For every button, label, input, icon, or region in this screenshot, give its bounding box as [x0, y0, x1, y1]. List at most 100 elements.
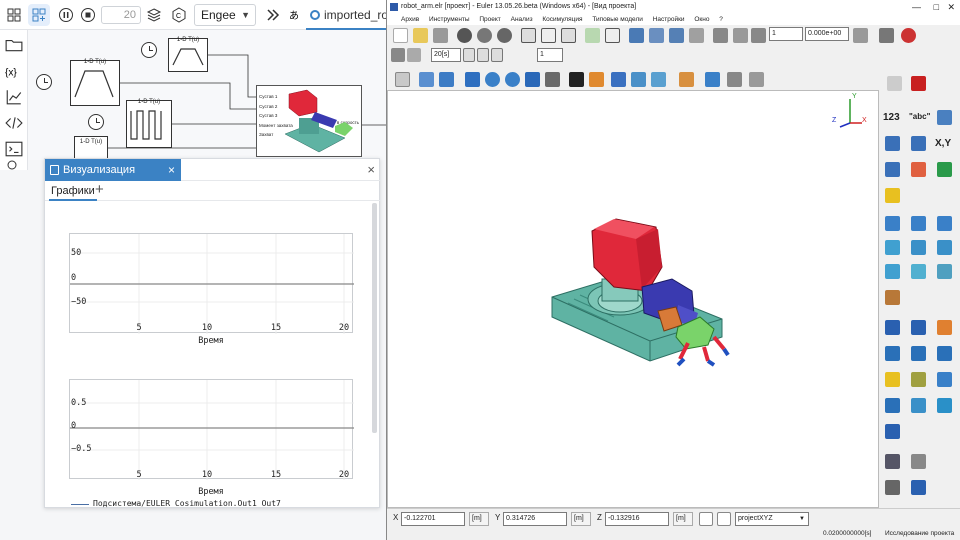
- bell-icon[interactable]: [885, 372, 900, 387]
- measure-icon[interactable]: [749, 72, 764, 87]
- plot-2[interactable]: 0.5 0 −0.5 5 10 15 20: [69, 379, 354, 480]
- sensor-icon[interactable]: [911, 372, 926, 387]
- grid-tool-icon[interactable]: [911, 398, 926, 413]
- viz-title-tab[interactable]: Визуализация сигналов ×: [45, 159, 181, 198]
- solver-select[interactable]: Engee ▼: [194, 4, 256, 26]
- stack-icon[interactable]: [143, 4, 165, 26]
- string-value-tool[interactable]: "abc": [909, 112, 930, 121]
- add-block-icon[interactable]: [28, 4, 50, 26]
- double-chevron-icon[interactable]: [262, 4, 284, 26]
- menu-project[interactable]: Проект: [479, 16, 500, 23]
- axis-tool-icon[interactable]: [699, 512, 713, 526]
- actuator-icon[interactable]: [885, 424, 900, 439]
- probe-icon[interactable]: [853, 28, 868, 43]
- pointer-icon[interactable]: [391, 48, 405, 62]
- point-icon[interactable]: [885, 216, 900, 231]
- link-icon[interactable]: [713, 28, 728, 43]
- save-icon[interactable]: [433, 28, 448, 43]
- close-panel-icon[interactable]: ×: [367, 162, 375, 177]
- value-input[interactable]: 0.000e+00: [805, 27, 849, 41]
- box-view-icon[interactable]: [439, 72, 454, 87]
- grid-icon[interactable]: [521, 28, 536, 43]
- stop-time-input[interactable]: 20: [101, 6, 141, 24]
- record-icon[interactable]: [457, 28, 472, 43]
- unit-z[interactable]: [m]: [673, 512, 693, 526]
- force-icon[interactable]: [885, 398, 900, 413]
- curve-icon[interactable]: [937, 110, 952, 125]
- equation-icon[interactable]: [885, 454, 900, 469]
- torque-icon[interactable]: [937, 398, 952, 413]
- table-tool-icon[interactable]: [911, 136, 926, 151]
- arrow-icon[interactable]: [937, 216, 952, 231]
- translate-icon[interactable]: あ: [284, 4, 306, 26]
- video-icon[interactable]: [751, 28, 766, 43]
- gear-icon[interactable]: [937, 320, 952, 335]
- step-icon[interactable]: [491, 48, 503, 62]
- coord-z-input[interactable]: -0.132916: [605, 512, 669, 526]
- step-input[interactable]: 1: [537, 48, 563, 62]
- pause-button[interactable]: [55, 4, 77, 26]
- spline-icon[interactable]: [885, 240, 900, 255]
- stop-button[interactable]: [77, 4, 99, 26]
- library-icon[interactable]: [911, 480, 926, 495]
- numeric-value-tool[interactable]: 123: [883, 112, 900, 123]
- frame-input[interactable]: 1: [769, 27, 803, 41]
- multi-body-icon[interactable]: [937, 240, 952, 255]
- pencil-icon[interactable]: [887, 76, 902, 91]
- close-icon[interactable]: ×: [168, 159, 175, 181]
- menu-tools[interactable]: Инструменты: [429, 16, 470, 23]
- maximize-icon[interactable]: □: [934, 0, 939, 14]
- surface-tool-icon[interactable]: [885, 264, 900, 279]
- report-icon[interactable]: [669, 28, 684, 43]
- fit-view-icon[interactable]: [419, 72, 434, 87]
- chart-icon[interactable]: [5, 88, 23, 106]
- step-down-icon[interactable]: [477, 48, 489, 62]
- contact-icon[interactable]: [937, 346, 952, 361]
- robot-model[interactable]: [388, 91, 880, 509]
- 3d-viewport[interactable]: Y X Z: [387, 90, 879, 508]
- model-canvas[interactable]: 1-D T(u) 1-D T(u) 1-D T(u) 1-D T(u) Суст…: [28, 30, 386, 160]
- assign-icon[interactable]: [885, 480, 900, 495]
- marker-icon[interactable]: [679, 72, 694, 87]
- surface-icon[interactable]: [631, 72, 646, 87]
- window-icon[interactable]: [649, 28, 664, 43]
- frame-icon[interactable]: [705, 72, 720, 87]
- minimize-icon[interactable]: —: [912, 0, 921, 14]
- warning-icon[interactable]: [885, 188, 900, 203]
- euler-subsystem-block[interactable]: Сустав 1 Сустав 2 Сустав 3 Момент захват…: [256, 85, 362, 157]
- xy-tool[interactable]: X,Y: [935, 138, 951, 149]
- light-icon[interactable]: [589, 72, 604, 87]
- terminal-icon[interactable]: [5, 140, 23, 158]
- add-tab-icon[interactable]: +: [95, 181, 104, 199]
- tab-imported-robot[interactable]: imported_robot: [306, 0, 386, 30]
- legend-entry[interactable]: Подсистема/EULER Cosimulation.Out1 Out7: [71, 499, 351, 509]
- close-icon[interactable]: ✕: [947, 0, 955, 14]
- matrix-icon[interactable]: [885, 136, 900, 151]
- vector-icon[interactable]: [911, 216, 926, 231]
- dots-icon[interactable]: [407, 48, 421, 62]
- rainbow-icon[interactable]: [911, 162, 926, 177]
- menu-archive[interactable]: Архив: [401, 16, 419, 23]
- rotate-y-icon[interactable]: [505, 72, 520, 87]
- rotate-x-icon[interactable]: [485, 72, 500, 87]
- unit-y[interactable]: [m]: [571, 512, 591, 526]
- bracket-icon[interactable]: [911, 454, 926, 469]
- damper-icon[interactable]: [911, 346, 926, 361]
- shape-icon[interactable]: [651, 72, 666, 87]
- menu-window[interactable]: Окно: [694, 16, 709, 23]
- list-icon[interactable]: [561, 28, 576, 43]
- assembly-icon[interactable]: [879, 28, 894, 43]
- menu-settings[interactable]: Настройки: [653, 16, 685, 23]
- material-icon[interactable]: [885, 290, 900, 305]
- camera-view-icon[interactable]: [569, 72, 584, 87]
- open-folder-icon[interactable]: [413, 28, 428, 43]
- play-icon[interactable]: [477, 28, 492, 43]
- table-icon[interactable]: [541, 28, 556, 43]
- zoom-out-icon[interactable]: [545, 72, 560, 87]
- projection-select[interactable]: projectXYZ ▼: [735, 512, 809, 526]
- gauge-icon[interactable]: [937, 372, 952, 387]
- revolute-icon[interactable]: [911, 320, 926, 335]
- help-icon[interactable]: [911, 76, 926, 91]
- sheet-icon[interactable]: [605, 28, 620, 43]
- zoom-icon[interactable]: [5, 160, 23, 170]
